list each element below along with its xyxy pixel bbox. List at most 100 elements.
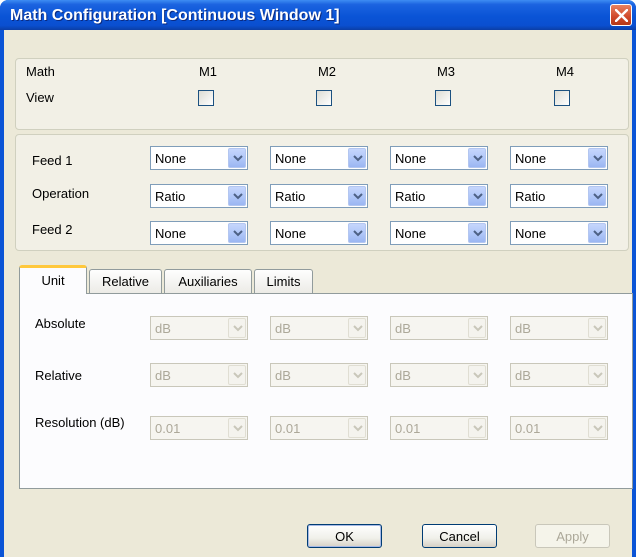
tab-limits[interactable]: Limits <box>254 269 313 293</box>
chevron-down-icon <box>593 425 603 432</box>
operation-m4-select[interactable]: Ratio <box>510 184 608 208</box>
math-view-panel: Math View M1 M2 M3 M4 <box>15 58 629 130</box>
chevron-down-icon <box>473 425 483 432</box>
operation-m3-select[interactable]: Ratio <box>390 184 488 208</box>
chevron-down-icon <box>233 193 243 200</box>
feed1-m1-value: None <box>155 151 187 166</box>
feed2-m3-select[interactable]: None <box>390 221 488 245</box>
close-button[interactable] <box>610 4 632 26</box>
feed2-m2-select[interactable]: None <box>270 221 368 245</box>
relative-m4-value: dB <box>515 368 531 383</box>
chevron-down-icon <box>593 325 603 332</box>
relative-m4-select: dB <box>510 363 608 387</box>
chevron-down-icon <box>593 372 603 379</box>
dropdown-button[interactable] <box>468 186 486 206</box>
chevron-down-icon <box>233 425 243 432</box>
tab-auxiliaries[interactable]: Auxiliaries <box>164 269 252 293</box>
relative-m1-select: dB <box>150 363 248 387</box>
chevron-down-icon <box>353 230 363 237</box>
tab-unit[interactable]: Unit <box>19 265 87 294</box>
view-m4-checkbox[interactable] <box>554 90 570 106</box>
view-m2-checkbox[interactable] <box>316 90 332 106</box>
relative-m2-value: dB <box>275 368 291 383</box>
absolute-m3-select: dB <box>390 316 488 340</box>
feed1-m2-value: None <box>275 151 307 166</box>
chevron-down-icon <box>353 325 363 332</box>
chevron-down-icon <box>353 155 363 162</box>
operation-m2-value: Ratio <box>275 189 306 204</box>
chevron-down-icon <box>473 193 483 200</box>
feed1-label: Feed 1 <box>32 153 73 168</box>
feed1-m4-select[interactable]: None <box>510 146 608 170</box>
dropdown-button[interactable] <box>588 223 606 243</box>
relative-m3-value: dB <box>395 368 411 383</box>
dropdown-button[interactable] <box>588 148 606 168</box>
dropdown-button[interactable] <box>228 223 246 243</box>
tab-relative[interactable]: Relative <box>89 269 162 293</box>
resolution-m3-select: 0.01 <box>390 416 488 440</box>
resolution-m4-select: 0.01 <box>510 416 608 440</box>
feed1-m3-select[interactable]: None <box>390 146 488 170</box>
feed2-m4-select[interactable]: None <box>510 221 608 245</box>
operation-m4-value: Ratio <box>515 189 546 204</box>
feed1-m4-value: None <box>515 151 547 166</box>
feed1-m2-select[interactable]: None <box>270 146 368 170</box>
dropdown-button[interactable] <box>348 186 366 206</box>
chevron-down-icon <box>353 425 363 432</box>
chevron-down-icon <box>593 193 603 200</box>
chevron-down-icon <box>233 325 243 332</box>
relative-m3-select: dB <box>390 363 488 387</box>
dropdown-button <box>348 318 366 338</box>
close-icon <box>615 9 628 22</box>
dropdown-button[interactable] <box>348 223 366 243</box>
operation-m1-select[interactable]: Ratio <box>150 184 248 208</box>
feed2-m1-select[interactable]: None <box>150 221 248 245</box>
chevron-down-icon <box>233 372 243 379</box>
dropdown-button <box>468 365 486 385</box>
dropdown-button[interactable] <box>468 148 486 168</box>
view-m3-checkbox[interactable] <box>435 90 451 106</box>
dialog-body: Math View M1 M2 M3 M4 Feed 1 Operation F… <box>4 30 633 557</box>
ok-button[interactable]: OK <box>307 524 382 548</box>
dropdown-button[interactable] <box>348 148 366 168</box>
chevron-down-icon <box>353 372 363 379</box>
operation-m3-value: Ratio <box>395 189 426 204</box>
relative-label: Relative <box>35 368 82 383</box>
dropdown-button <box>348 365 366 385</box>
chevron-down-icon <box>593 230 603 237</box>
absolute-m1-select: dB <box>150 316 248 340</box>
relative-m2-select: dB <box>270 363 368 387</box>
feed1-m1-select[interactable]: None <box>150 146 248 170</box>
resolution-m3-value: 0.01 <box>395 421 421 436</box>
absolute-m2-select: dB <box>270 316 368 340</box>
title-bar[interactable]: Math Configuration [Continuous Window 1] <box>0 0 636 30</box>
resolution-m2-value: 0.01 <box>275 421 301 436</box>
absolute-m1-value: dB <box>155 321 171 336</box>
dropdown-button <box>228 318 246 338</box>
absolute-label: Absolute <box>35 316 86 331</box>
view-m1-checkbox[interactable] <box>198 90 214 106</box>
dropdown-button[interactable] <box>588 186 606 206</box>
operation-m2-select[interactable]: Ratio <box>270 184 368 208</box>
dropdown-button <box>468 318 486 338</box>
view-label: View <box>26 90 54 105</box>
chevron-down-icon <box>353 193 363 200</box>
column-m2-header: M2 <box>317 64 337 79</box>
dropdown-button <box>468 418 486 438</box>
resolution-m1-value: 0.01 <box>155 421 181 436</box>
apply-button: Apply <box>535 524 610 548</box>
chevron-down-icon <box>233 155 243 162</box>
relative-m1-value: dB <box>155 368 171 383</box>
dropdown-button[interactable] <box>468 223 486 243</box>
dropdown-button[interactable] <box>228 148 246 168</box>
chevron-down-icon <box>593 155 603 162</box>
dropdown-button <box>588 418 606 438</box>
feed2-m1-value: None <box>155 226 187 241</box>
dropdown-button <box>228 418 246 438</box>
chevron-down-icon <box>473 325 483 332</box>
dropdown-button[interactable] <box>228 186 246 206</box>
feed2-m2-value: None <box>275 226 307 241</box>
cancel-button[interactable]: Cancel <box>422 524 497 548</box>
math-label: Math <box>26 64 55 79</box>
resolution-label: Resolution (dB) <box>35 415 125 430</box>
